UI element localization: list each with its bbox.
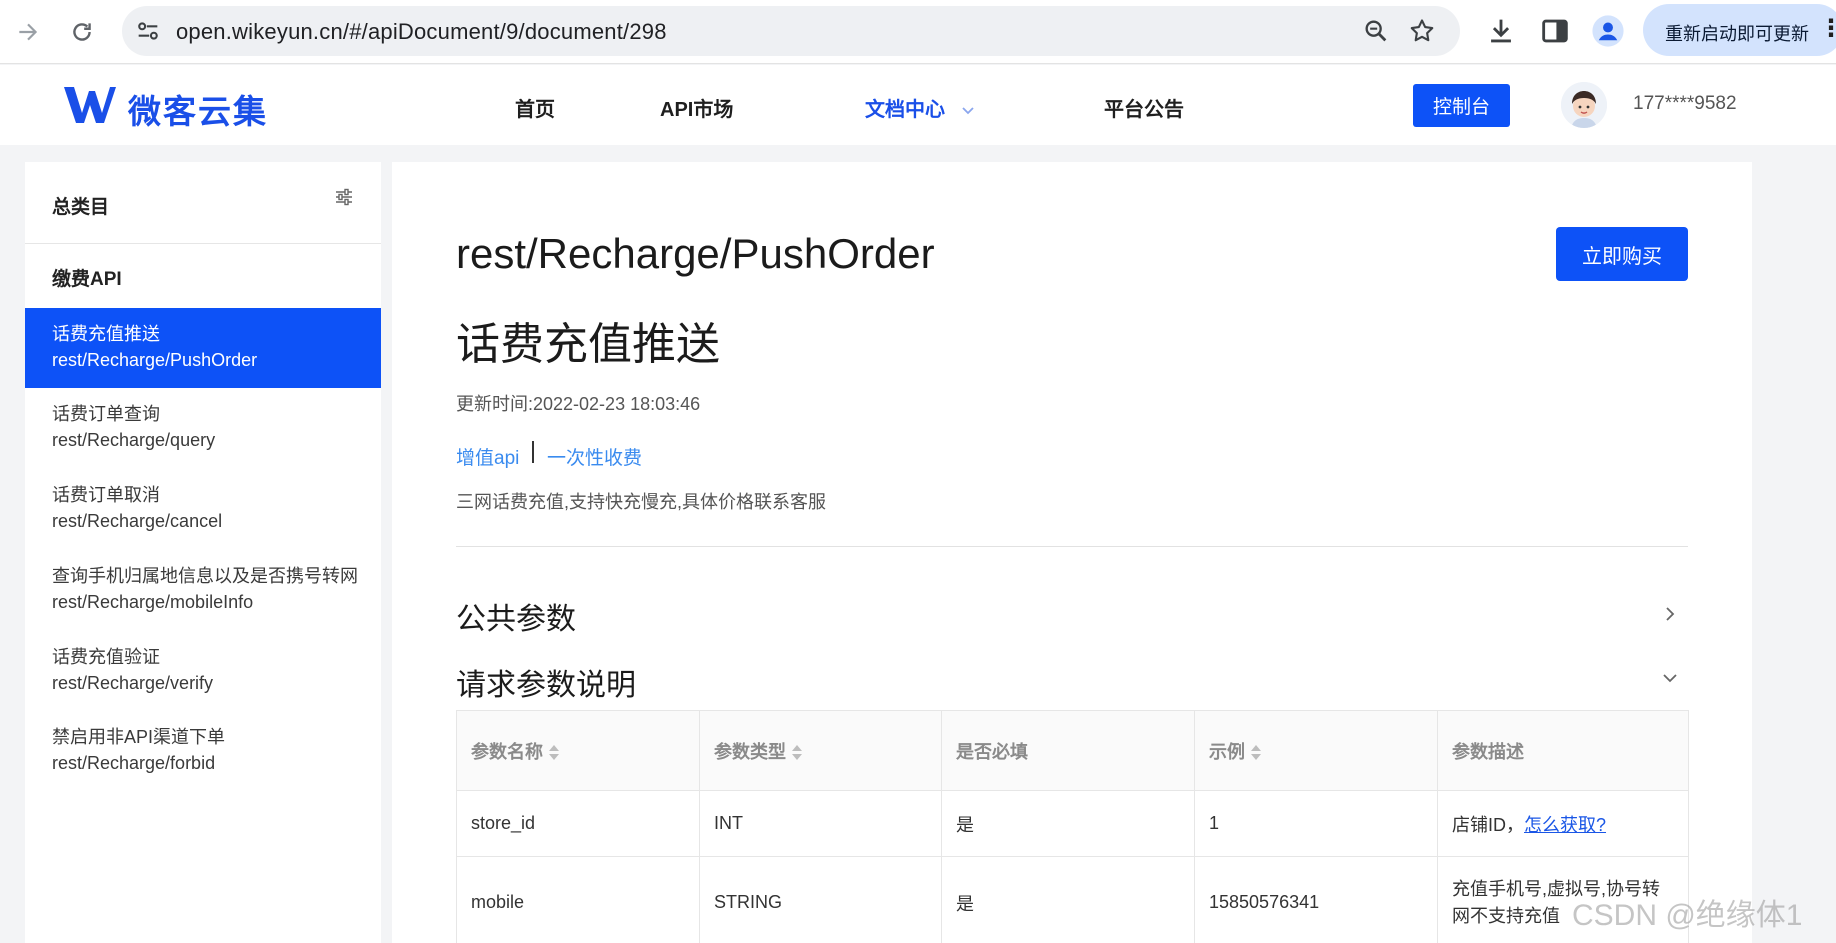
col-description: 参数描述 [1437, 710, 1689, 791]
cell-example: 1 [1194, 790, 1438, 857]
sidebar-item-path: rest/Recharge/PushOrder [52, 350, 258, 370]
chevron-down-icon [961, 107, 974, 114]
cell-param-name: store_id [456, 790, 700, 857]
side-panel-icon[interactable] [1538, 14, 1572, 48]
col-label: 参数名称 [471, 741, 543, 762]
cell-required: 是 [941, 856, 1195, 943]
browser-menu-icon[interactable]: ⋮ [1819, 14, 1836, 43]
sidebar-item-path: rest/Recharge/forbid [52, 753, 216, 773]
sidebar-item-query[interactable]: 话费订单查询 rest/Recharge/query [25, 388, 381, 468]
sidebar-item-path: rest/Recharge/verify [52, 673, 214, 693]
sort-icon[interactable] [549, 744, 559, 762]
category-sidebar: 总类目 缴费API 话费充值推送 rest/Recharge/PushOrder… [25, 162, 381, 943]
api-document-panel: rest/Recharge/PushOrder 立即购买 话费充值推送 更新时间… [392, 162, 1752, 943]
console-button[interactable]: 控制台 [1413, 84, 1510, 127]
section-request-params[interactable]: 请求参数说明 [456, 660, 636, 704]
api-title: 话费充值推送 [456, 320, 720, 369]
nav-doc-center-label: 文档中心 [865, 99, 945, 121]
forward-icon[interactable] [10, 14, 46, 50]
col-label: 参数类型 [714, 741, 786, 762]
section-public-params[interactable]: 公共参数 [456, 594, 576, 638]
sidebar-item-verify[interactable]: 话费充值验证 rest/Recharge/verify [25, 631, 381, 711]
avatar[interactable] [1561, 82, 1607, 128]
api-path-heading: rest/Recharge/PushOrder [456, 230, 935, 277]
cell-param-type: INT [699, 790, 942, 857]
nav-api-market[interactable]: API市场 [660, 93, 733, 122]
sidebar-item-forbid[interactable]: 禁启用非API渠道下单 rest/Recharge/forbid [25, 711, 381, 791]
col-label: 参数描述 [1452, 741, 1524, 762]
site-info-icon[interactable] [134, 17, 162, 45]
relaunch-update-button[interactable]: 重新启动即可更新 ⋮ [1643, 4, 1836, 56]
tag-one-time-fee[interactable]: 一次性收费 [547, 443, 642, 470]
nav-announcements[interactable]: 平台公告 [1104, 93, 1184, 122]
url-text[interactable]: open.wikeyun.cn/#/apiDocument/9/document… [176, 19, 667, 45]
divider [456, 546, 1688, 547]
cell-description: 店铺ID，怎么获取? [1437, 790, 1689, 857]
sort-icon[interactable] [1251, 744, 1261, 762]
col-label: 是否必填 [956, 741, 1028, 762]
sidebar-item-name: 话费充值推送 [52, 324, 160, 344]
download-icon[interactable] [1484, 14, 1518, 48]
watermark: CSDN @绝缘体1 [1572, 899, 1803, 932]
col-label: 示例 [1209, 741, 1245, 762]
cell-param-name: mobile [456, 856, 700, 943]
sort-icon[interactable] [792, 744, 802, 762]
logo-icon[interactable] [62, 83, 118, 132]
sidebar-item-cancel[interactable]: 话费订单取消 rest/Recharge/cancel [25, 469, 381, 549]
col-required: 是否必填 [941, 710, 1195, 791]
address-bar[interactable]: open.wikeyun.cn/#/apiDocument/9/document… [122, 6, 1460, 56]
browser-toolbar: open.wikeyun.cn/#/apiDocument/9/document… [0, 0, 1836, 64]
chevron-down-icon[interactable] [1660, 668, 1680, 688]
col-param-name[interactable]: 参数名称 [456, 710, 700, 791]
col-param-type[interactable]: 参数类型 [699, 710, 942, 791]
nav-home[interactable]: 首页 [515, 93, 555, 122]
sidebar-item-path: rest/Recharge/cancel [52, 511, 223, 531]
cell-param-type: STRING [699, 856, 942, 943]
api-description: 三网话费充值,支持快充慢充,具体价格联系客服 [456, 492, 826, 512]
filter-settings-icon[interactable] [333, 186, 355, 208]
cell-example: 15850576341 [1194, 856, 1438, 943]
logo-text[interactable]: 微客云集 [128, 85, 268, 133]
nav-doc-center[interactable]: 文档中心 [865, 93, 975, 122]
tag-value-added-api[interactable]: 增值api [456, 443, 519, 470]
col-example[interactable]: 示例 [1194, 710, 1438, 791]
bookmark-star-icon[interactable] [1408, 17, 1436, 45]
sidebar-item-push-order[interactable]: 话费充值推送 rest/Recharge/PushOrder [25, 308, 381, 388]
request-params-table: 参数名称 参数类型 是否必填 示例 参数描述 store_id INT 是 1 … [456, 710, 1689, 943]
table-row: mobile STRING 是 15850576341 充值手机号,虚拟号,协号… [456, 856, 1689, 943]
sidebar-item-path: rest/Recharge/query [52, 430, 216, 450]
sidebar-item-mobile-info[interactable]: 查询手机归属地信息以及是否携号转网 rest/Recharge/mobileIn… [25, 550, 381, 630]
sidebar-header: 总类目 [25, 162, 381, 244]
sidebar-group-title[interactable]: 缴费API [52, 264, 122, 291]
sidebar-item-path: rest/Recharge/mobileInfo [52, 592, 254, 612]
zoom-icon[interactable] [1362, 17, 1390, 45]
sidebar-title: 总类目 [52, 197, 110, 218]
sidebar-item-name: 话费订单查询 [52, 404, 160, 424]
relaunch-update-label: 重新启动即可更新 [1665, 24, 1809, 44]
profile-icon[interactable] [1591, 14, 1625, 48]
cell-description-text: 店铺ID， [1452, 814, 1524, 835]
chevron-right-icon[interactable] [1660, 604, 1680, 624]
user-phone[interactable]: 177****9582 [1633, 93, 1737, 115]
sidebar-item-name: 话费充值验证 [52, 647, 160, 667]
site-header: 微客云集 首页 API市场 文档中心 平台公告 控制台 177****9582 [0, 65, 1836, 145]
sidebar-item-name: 查询手机归属地信息以及是否携号转网 [52, 566, 358, 586]
reload-icon[interactable] [64, 14, 100, 50]
buy-now-button[interactable]: 立即购买 [1556, 227, 1688, 281]
table-header-row: 参数名称 参数类型 是否必填 示例 参数描述 [456, 710, 1689, 791]
table-row: store_id INT 是 1 店铺ID，怎么获取? [456, 790, 1689, 857]
update-time: 更新时间:2022-02-23 18:03:46 [456, 394, 701, 414]
tag-divider [532, 441, 534, 463]
how-to-get-link[interactable]: 怎么获取? [1524, 815, 1606, 835]
sidebar-item-name: 话费订单取消 [52, 485, 160, 505]
sidebar-item-name: 禁启用非API渠道下单 [52, 727, 226, 747]
cell-required: 是 [941, 790, 1195, 857]
